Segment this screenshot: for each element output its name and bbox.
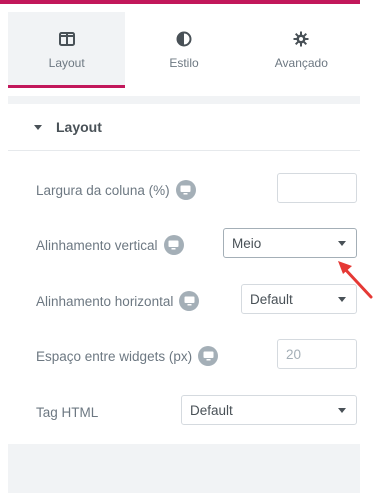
tab-estilo-label: Estilo xyxy=(169,56,199,70)
tab-avancado-label: Avançado xyxy=(274,56,328,70)
caret-down-icon xyxy=(34,124,42,130)
responsive-desktop-icon[interactable] xyxy=(163,235,184,255)
tab-bar: Layout Estilo Avançado xyxy=(8,12,360,88)
html-tag-label: Tag HTML xyxy=(36,404,99,420)
columns-icon xyxy=(58,30,76,48)
gear-icon xyxy=(292,30,310,48)
layout-section: Layout Largura da coluna (%) Alinhamento… xyxy=(8,104,360,444)
html-tag-value: Default xyxy=(190,402,233,418)
widgets-space-label: Espaço entre widgets (px) xyxy=(36,348,193,364)
horizontal-align-label: Alinhamento horizontal xyxy=(36,293,174,309)
column-width-label: Largura da coluna (%) xyxy=(36,182,170,198)
editor-panel: Layout Estilo Avançado Layout Largura da… xyxy=(0,0,374,493)
horizontal-align-value: Default xyxy=(250,291,293,307)
contrast-icon xyxy=(175,30,193,48)
right-gutter xyxy=(360,0,374,493)
tab-layout-label: Layout xyxy=(48,56,85,70)
tab-layout[interactable]: Layout xyxy=(8,12,126,88)
responsive-desktop-icon[interactable] xyxy=(179,291,200,311)
responsive-desktop-icon[interactable] xyxy=(175,180,196,200)
responsive-desktop-icon[interactable] xyxy=(198,346,219,366)
column-width-input[interactable] xyxy=(277,173,357,203)
section-header[interactable]: Layout xyxy=(8,104,360,151)
widgets-space-input[interactable]: 20 xyxy=(277,339,357,369)
vertical-align-select[interactable]: Meio xyxy=(223,228,357,258)
html-tag-select[interactable]: Default xyxy=(181,395,357,425)
vertical-align-value: Meio xyxy=(232,235,262,251)
annotation-arrow-icon xyxy=(338,261,373,299)
vertical-align-label: Alinhamento vertical xyxy=(36,237,158,253)
accent-top-bar xyxy=(0,0,360,4)
chevron-down-icon xyxy=(338,241,346,246)
tab-estilo[interactable]: Estilo xyxy=(125,12,242,88)
section-title: Layout xyxy=(56,119,102,135)
chevron-down-icon xyxy=(338,408,346,413)
tab-avancado[interactable]: Avançado xyxy=(243,12,360,88)
